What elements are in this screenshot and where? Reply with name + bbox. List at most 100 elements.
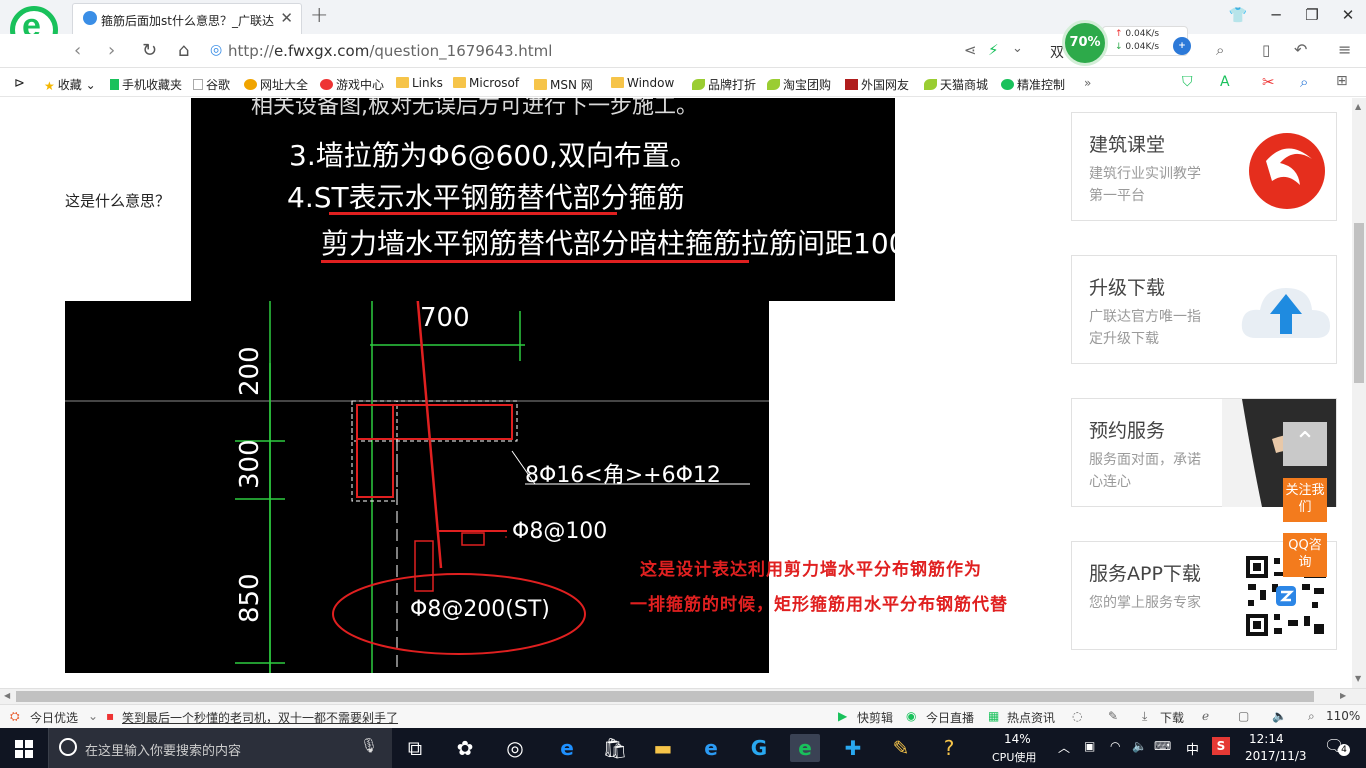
download-icon: ⤓ bbox=[1142, 709, 1148, 723]
menu-icon[interactable]: ≡ bbox=[1338, 40, 1351, 59]
card-upgrade-download[interactable]: 升级下载 广联达官方唯一指定升级下载 bbox=[1071, 255, 1337, 364]
task-view-icon[interactable]: ⧉ bbox=[400, 734, 430, 762]
vertical-scroll-thumb[interactable] bbox=[1354, 223, 1364, 383]
file-explorer-icon[interactable]: ▬ bbox=[648, 734, 678, 762]
store-icon[interactable]: 🛍 bbox=[600, 734, 630, 762]
address-bar[interactable]: http://e.fwxgx.com/question_1679643.html bbox=[228, 42, 552, 60]
sidebar-toggle-icon[interactable]: ⊳ bbox=[14, 76, 25, 91]
grid-apps-icon[interactable]: ⊞ bbox=[1336, 73, 1348, 89]
bookmark-url-directory[interactable]: 网址大全 bbox=[244, 76, 308, 93]
translate-icon[interactable]: A bbox=[1220, 74, 1230, 90]
ie-mode-icon[interactable]: ℯ bbox=[1202, 709, 1209, 723]
back-to-top-icon[interactable]: ⌃ bbox=[1283, 422, 1327, 466]
taskbar-search-box[interactable]: 在这里输入你要搜索的内容 🎙 bbox=[48, 728, 392, 768]
volume-icon[interactable]: 🔈 bbox=[1132, 739, 1147, 753]
headline-link[interactable]: 笑到最后一个秒懂的老司机，双十一都不需要剁手了 bbox=[122, 709, 398, 726]
taskbar-search-placeholder: 在这里输入你要搜索的内容 bbox=[85, 744, 242, 759]
accelerate-icon[interactable]: + bbox=[1173, 37, 1191, 55]
today-pick-label[interactable]: 今日优选 bbox=[30, 709, 78, 726]
minimize-icon[interactable]: ─ bbox=[1266, 6, 1286, 24]
spiral-app-icon[interactable]: ◎ bbox=[500, 734, 530, 762]
maximize-icon[interactable]: ❐ bbox=[1302, 6, 1322, 24]
keyboard-icon[interactable]: ⌨ bbox=[1154, 739, 1171, 753]
horizontal-scroll-thumb[interactable] bbox=[16, 691, 1314, 702]
tray-expand-icon[interactable]: ︿ bbox=[1058, 739, 1070, 756]
clock-date[interactable]: 2017/11/3 bbox=[1245, 749, 1307, 763]
home-icon[interactable]: ⌂ bbox=[178, 40, 189, 61]
vertical-scrollbar[interactable]: ▲ ▼ bbox=[1352, 98, 1366, 688]
forward-icon[interactable]: › bbox=[108, 40, 115, 61]
zoom-icon[interactable]: ⌕ bbox=[1308, 709, 1315, 724]
tray-app-icon[interactable]: ▣ bbox=[1084, 739, 1095, 753]
ie-icon[interactable]: e bbox=[696, 734, 726, 762]
bookmark-google[interactable]: 谷歌 bbox=[193, 76, 230, 93]
scissors-icon[interactable]: ✂ bbox=[1262, 73, 1275, 91]
close-window-icon[interactable]: ✕ bbox=[1338, 6, 1358, 24]
plus-app-icon[interactable]: ✚ bbox=[838, 734, 868, 762]
speed-mode-icon[interactable]: ⚡ bbox=[988, 41, 999, 59]
bookmark-microsoft[interactable]: Microsof bbox=[453, 76, 519, 90]
bookmark-windows[interactable]: Window bbox=[611, 76, 674, 90]
scroll-right-icon[interactable]: ▶ bbox=[1340, 691, 1346, 700]
news-link[interactable]: 热点资讯 bbox=[1007, 709, 1055, 726]
help-app-icon[interactable]: ? bbox=[934, 734, 964, 762]
download-link[interactable]: 下载 bbox=[1160, 709, 1184, 726]
bookmark-brand-discount[interactable]: 品牌打折 bbox=[692, 76, 756, 93]
sogou-ime-icon[interactable]: S bbox=[1212, 737, 1230, 755]
network-speed-widget[interactable]: ↑ 0.04K/s ↓ 0.04K/s + 70% bbox=[1062, 20, 1191, 66]
share-icon[interactable]: ⋖ bbox=[964, 41, 977, 59]
follow-us-button[interactable]: 关注我们 bbox=[1283, 478, 1327, 522]
card-subtitle: 建筑行业实训教学第一平台 bbox=[1089, 166, 1201, 204]
more-bookmarks-icon[interactable]: » bbox=[1084, 76, 1091, 90]
horizontal-scrollbar[interactable]: ◀ ▶ bbox=[0, 688, 1366, 704]
bookmark-foreign-friends[interactable]: 外国网友 bbox=[845, 76, 909, 93]
wifi-icon[interactable]: ◠ bbox=[1110, 739, 1120, 753]
site-security-icon[interactable]: ◎ bbox=[210, 42, 222, 58]
zoom-level[interactable]: 110% bbox=[1326, 709, 1360, 723]
bookmark-mobile[interactable]: 手机收藏夹 bbox=[110, 76, 182, 93]
back-icon[interactable]: ‹ bbox=[74, 40, 81, 61]
notes-app-icon[interactable]: ✎ bbox=[886, 734, 916, 762]
browser-taskbar-icon[interactable]: e bbox=[790, 734, 820, 762]
sound-icon[interactable]: 🔈 bbox=[1272, 709, 1287, 723]
skin-icon[interactable]: 👕 bbox=[1228, 6, 1248, 24]
bookmark-tmall[interactable]: 天猫商城 bbox=[924, 76, 988, 93]
dropdown-icon[interactable]: ⌄ bbox=[1012, 41, 1023, 56]
scroll-left-icon[interactable]: ◀ bbox=[4, 691, 10, 700]
ime-indicator[interactable]: 中 bbox=[1186, 739, 1199, 758]
bookmark-links[interactable]: Links bbox=[396, 76, 443, 90]
live-link[interactable]: 今日直播 bbox=[926, 709, 974, 726]
explanation-note: 这是设计表达利用剪力墙水平分布钢筋作为 一排箍筋的时候，矩形箍筋用水平分布钢筋代… bbox=[630, 553, 1110, 623]
today-pick-dropdown-icon[interactable]: ⌄ bbox=[88, 709, 98, 723]
search-icon[interactable]: ⌕ bbox=[1216, 41, 1224, 59]
new-tab-button[interactable]: + bbox=[310, 3, 328, 28]
clock-time[interactable]: 12:14 bbox=[1249, 732, 1284, 746]
window-icon[interactable]: ▢ bbox=[1238, 709, 1249, 723]
live-icon: ◉ bbox=[906, 709, 917, 723]
scroll-up-icon[interactable]: ▲ bbox=[1355, 102, 1361, 111]
card-title: 建筑课堂 bbox=[1089, 134, 1166, 156]
cloud-app-icon[interactable]: G bbox=[744, 734, 774, 762]
undo-icon[interactable]: ↶ bbox=[1294, 40, 1307, 59]
scroll-down-icon[interactable]: ▼ bbox=[1355, 674, 1361, 683]
magnifier-icon[interactable]: ⌕ bbox=[1300, 73, 1308, 91]
bookmark-taobao-group[interactable]: 淘宝团购 bbox=[767, 76, 831, 93]
edge-icon[interactable]: e bbox=[552, 734, 582, 762]
refresh-icon[interactable]: ↻ bbox=[142, 40, 157, 61]
fan-app-icon[interactable]: ✿ bbox=[450, 734, 480, 762]
bookmark-favorites[interactable]: ★ 收藏 ⌄ bbox=[44, 76, 96, 93]
browser-tab[interactable]: 箍筋后面加st什么意思？_广联达 ✕ bbox=[72, 3, 302, 34]
qq-consult-button[interactable]: QQ咨询 bbox=[1283, 533, 1327, 577]
bookmark-msn[interactable]: MSN 网 bbox=[534, 76, 593, 93]
card-building-class[interactable]: 建筑课堂 建筑行业实训教学第一平台 bbox=[1071, 112, 1337, 221]
bookmark-game-center[interactable]: 游戏中心 bbox=[320, 76, 384, 93]
speed-tool-icon[interactable]: ◌ bbox=[1072, 709, 1082, 723]
close-tab-icon[interactable]: ✕ bbox=[280, 9, 293, 27]
mobile-icon[interactable]: ▯ bbox=[1262, 41, 1270, 59]
quick-clip-link[interactable]: 快剪辑 bbox=[857, 709, 893, 726]
shield-icon[interactable]: ⛉ bbox=[1182, 74, 1193, 90]
bookmark-precise-control[interactable]: 精准控制 bbox=[1001, 76, 1065, 93]
windows-start-icon[interactable] bbox=[15, 740, 33, 758]
tool-icon[interactable]: ✎ bbox=[1108, 709, 1118, 723]
microphone-icon[interactable]: 🎙 bbox=[360, 738, 378, 754]
